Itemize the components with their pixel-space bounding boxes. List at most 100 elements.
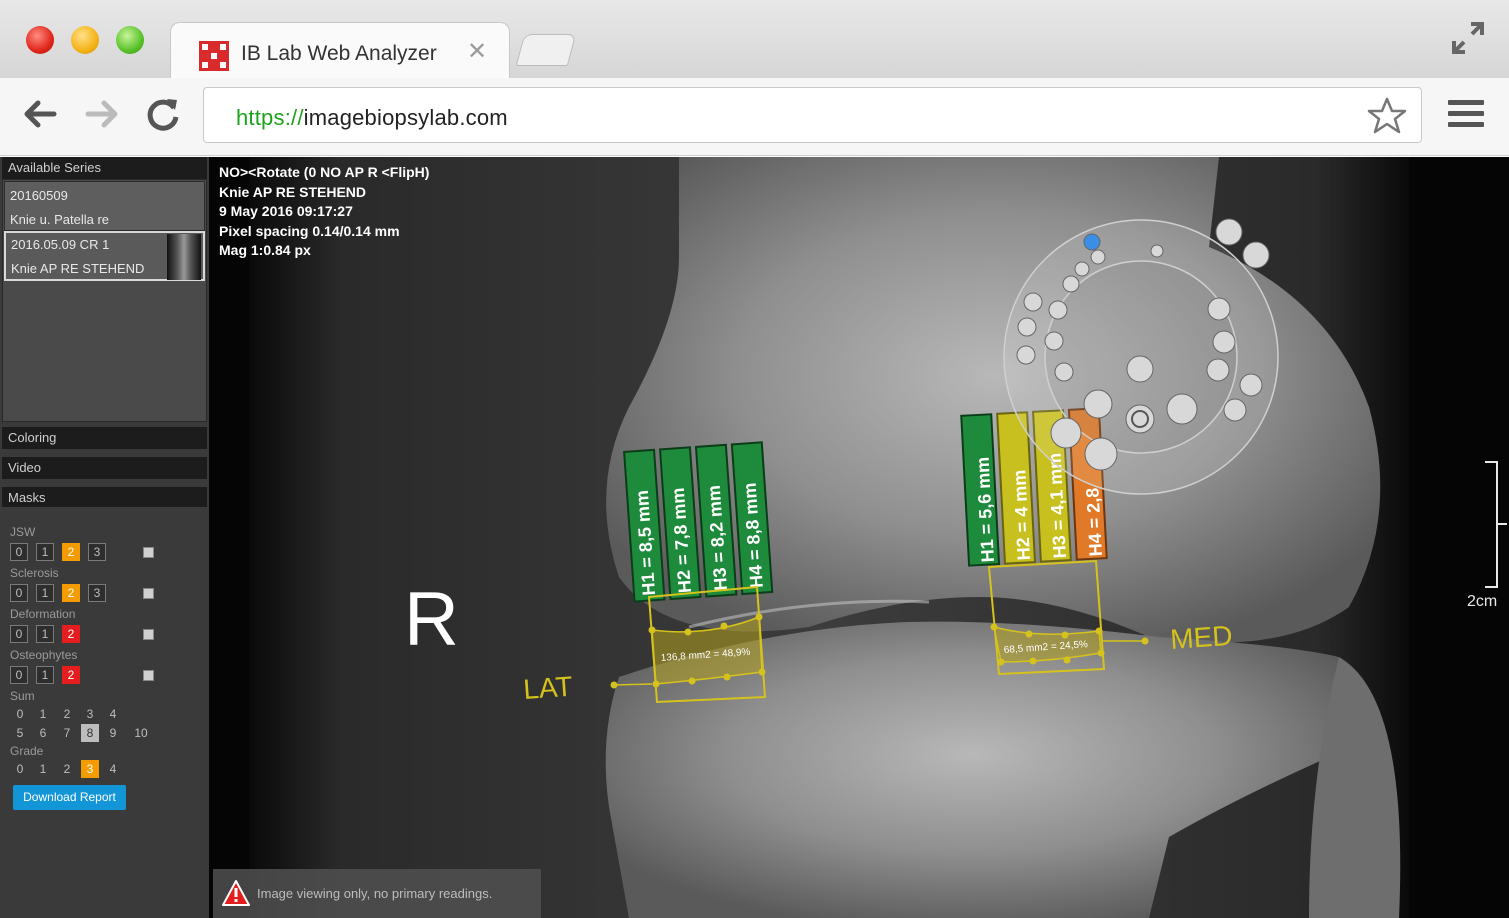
deformation-score-2[interactable]: 2 [62, 625, 80, 643]
grade-value[interactable]: 0 [11, 760, 29, 778]
warning-banner: Image viewing only, no primary readings. [213, 869, 541, 918]
expand-icon[interactable] [1450, 20, 1486, 56]
layers-icon[interactable] [1215, 218, 1243, 246]
flip-icon[interactable] [1017, 317, 1037, 337]
masks-panel: JSW 0 1 2 3 Sclerosis 0 1 2 3 Deformatio… [2, 507, 207, 918]
sum-value[interactable]: 7 [58, 724, 76, 742]
grade-value[interactable]: 2 [58, 760, 76, 778]
available-series-header[interactable]: Available Series [2, 157, 207, 179]
masks-header[interactable]: Masks [2, 487, 207, 509]
disable-tool-icon[interactable] [1084, 437, 1118, 471]
warning-icon [222, 880, 250, 906]
jsw-label: JSW [10, 525, 36, 539]
image-info-overlay: NO><Rotate (0 NO AP R <FlipH) Knie AP RE… [219, 163, 429, 261]
sclerosis-checkbox[interactable] [143, 588, 154, 599]
back-icon[interactable] [20, 94, 60, 134]
settings-icon[interactable] [1083, 233, 1101, 251]
close-window-button[interactable] [26, 26, 54, 54]
brightness-icon[interactable] [1016, 345, 1036, 365]
app: Available Series 20160509 Knie u. Patell… [0, 157, 1509, 918]
new-tab-button[interactable] [515, 34, 577, 66]
contrast-icon[interactable] [1062, 275, 1080, 293]
sum-value[interactable]: 10 [129, 724, 153, 742]
jsw-score-2[interactable]: 2 [62, 543, 80, 561]
deformation-label: Deformation [10, 607, 76, 621]
angle-icon[interactable] [1212, 330, 1236, 354]
med-h4-label: H4 = 2,8 [1082, 487, 1106, 556]
jsw-score-0[interactable]: 0 [10, 543, 28, 561]
osteophytes-checkbox[interactable] [143, 670, 154, 681]
sclerosis-score-1[interactable]: 1 [36, 584, 54, 602]
sum-value[interactable]: 1 [34, 705, 52, 723]
sum-value[interactable]: 6 [34, 724, 52, 742]
zoom-window-button[interactable] [116, 26, 144, 54]
star-icon[interactable] [1367, 96, 1407, 136]
info-line: NO><Rotate (0 NO AP R <FlipH) [219, 164, 430, 180]
osteophytes-score-2[interactable]: 2 [62, 666, 80, 684]
grade-value[interactable]: 4 [104, 760, 122, 778]
series-item-cr1[interactable]: 2016.05.09 CR 1 Knie AP RE STEHEND [4, 231, 205, 281]
image-viewer[interactable]: R H1 = 8,5 mm H2 = 7,8 mm H3 = 8,2 mm H4… [209, 157, 1509, 918]
sclerosis-score-2[interactable]: 2 [62, 584, 80, 602]
close-icon[interactable]: ✕ [467, 37, 487, 66]
browser-toolbar: https://imagebiopsylab.com [0, 78, 1509, 156]
info-line: Mag 1:0.84 px [219, 242, 311, 258]
forward-icon[interactable] [82, 94, 122, 134]
measure-icon[interactable] [1206, 358, 1230, 382]
deformation-score-1[interactable]: 1 [36, 625, 54, 643]
jsw-score-1[interactable]: 1 [36, 543, 54, 561]
sclerosis-score-3[interactable]: 3 [88, 584, 106, 602]
address-bar[interactable]: https://imagebiopsylab.com [203, 87, 1422, 143]
download-report-button[interactable]: Download Report [13, 785, 126, 810]
palette-icon[interactable] [1242, 241, 1270, 269]
series-item-study[interactable]: 20160509 Knie u. Patella re [4, 181, 205, 231]
browser-tab[interactable]: IB Lab Web Analyzer ✕ [170, 22, 510, 80]
pan-icon[interactable] [1150, 244, 1164, 258]
grade-value-selected[interactable]: 3 [81, 760, 99, 778]
hand-icon[interactable] [1074, 261, 1090, 277]
camera-icon[interactable] [1044, 331, 1064, 351]
rotate-icon[interactable] [1048, 300, 1068, 320]
osteophytes-score-1[interactable]: 1 [36, 666, 54, 684]
scale-label: 2cm [1467, 593, 1497, 610]
med-label: MED [1169, 620, 1233, 655]
coloring-header[interactable]: Coloring [2, 427, 207, 449]
sum-value-selected[interactable]: 8 [81, 724, 99, 742]
angle-tool-icon[interactable] [1166, 393, 1198, 425]
osteophytes-score-0[interactable]: 0 [10, 666, 28, 684]
deformation-score-0[interactable]: 0 [10, 625, 28, 643]
video-header[interactable]: Video [2, 457, 207, 479]
radial-tool-menu[interactable] [1003, 218, 1279, 495]
deformation-checkbox[interactable] [143, 629, 154, 640]
zoom-icon[interactable] [1090, 249, 1106, 265]
sclerosis-score-0[interactable]: 0 [10, 584, 28, 602]
sum-value[interactable]: 4 [104, 705, 122, 723]
circle-tool-icon[interactable] [1125, 404, 1155, 434]
reload-icon[interactable] [143, 94, 183, 134]
sum-label: Sum [10, 689, 35, 703]
menu-icon[interactable] [1448, 100, 1484, 132]
ruler-icon[interactable] [1207, 297, 1231, 321]
jsw-checkbox[interactable] [143, 547, 154, 558]
grade-value[interactable]: 1 [34, 760, 52, 778]
power-icon[interactable] [1126, 355, 1154, 383]
lat-label: LAT [522, 671, 573, 705]
xray-image[interactable]: R H1 = 8,5 mm H2 = 7,8 mm H3 = 8,2 mm H4… [209, 157, 1509, 918]
sum-value[interactable]: 3 [81, 705, 99, 723]
warning-text: Image viewing only, no primary readings. [257, 886, 493, 901]
series-description: Knie u. Patella re [10, 212, 110, 227]
series-thumbnail[interactable] [167, 234, 201, 280]
export-icon[interactable] [1223, 398, 1247, 422]
delete-icon[interactable] [1239, 373, 1263, 397]
sum-value[interactable]: 2 [58, 705, 76, 723]
sum-value[interactable]: 9 [104, 724, 122, 742]
sum-value[interactable]: 0 [11, 705, 29, 723]
sum-value[interactable]: 5 [11, 724, 29, 742]
clipboard-icon[interactable] [1054, 362, 1074, 382]
line-tool-icon[interactable] [1083, 389, 1113, 419]
eraser-icon[interactable] [1023, 292, 1043, 312]
info-line: Knie AP RE STEHEND [219, 183, 367, 200]
minimize-window-button[interactable] [71, 26, 99, 54]
pen-tool-icon[interactable] [1050, 417, 1082, 449]
jsw-score-3[interactable]: 3 [88, 543, 106, 561]
